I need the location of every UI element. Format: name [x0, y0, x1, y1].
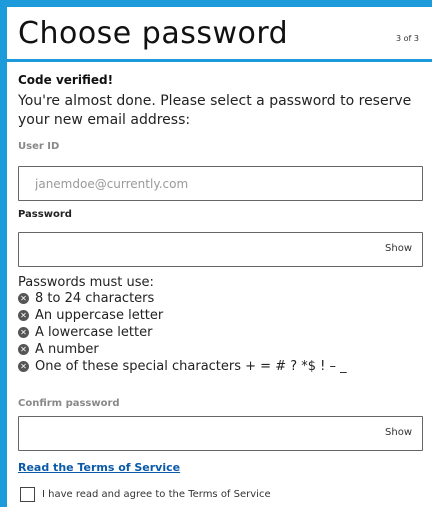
verification-status: Code verified! — [18, 73, 114, 87]
x-circle-icon: ✕ — [18, 326, 29, 338]
confirm-password-input[interactable] — [19, 417, 359, 450]
rule-item: ✕ An uppercase letter — [18, 307, 163, 323]
rule-item: ✕ A number — [18, 341, 99, 357]
agree-terms-label: I have read and agree to the Terms of Se… — [42, 489, 271, 500]
rule-item: ✕ A lowercase letter — [18, 324, 152, 340]
password-field[interactable]: Show — [18, 232, 423, 267]
confirm-password-label: Confirm password — [18, 398, 120, 409]
x-circle-icon: ✕ — [18, 309, 29, 321]
rule-item: ✕ 8 to 24 characters — [18, 290, 154, 306]
x-circle-icon: ✕ — [18, 292, 29, 304]
terms-of-service-link[interactable]: Read the Terms of Service — [18, 461, 180, 474]
password-rules-title: Passwords must use: — [18, 275, 154, 290]
intro-text: You're almost done. Please select a pass… — [18, 93, 412, 128]
rule-text: A number — [35, 341, 99, 357]
rule-text: One of these special characters + = # ? … — [35, 358, 347, 374]
confirm-password-field[interactable]: Show — [18, 416, 423, 451]
x-circle-icon: ✕ — [18, 360, 29, 372]
rule-text: 8 to 24 characters — [35, 290, 155, 306]
password-label: Password — [18, 209, 72, 220]
rule-text: An uppercase letter — [35, 307, 164, 323]
x-circle-icon: ✕ — [18, 343, 29, 355]
rule-item: ✕ One of these special characters + = # … — [18, 358, 347, 374]
signup-card: Choose password 3 of 3 Code verified! Yo… — [7, 7, 432, 507]
step-indicator: 3 of 3 — [396, 34, 419, 43]
rule-text: A lowercase letter — [35, 324, 153, 340]
user-id-label: User ID — [18, 141, 60, 152]
user-id-input[interactable] — [19, 167, 359, 200]
show-confirm-password-button[interactable]: Show — [385, 427, 412, 438]
user-id-field[interactable] — [18, 166, 423, 201]
password-input[interactable] — [19, 233, 359, 266]
show-password-button[interactable]: Show — [385, 243, 412, 254]
page-title: Choose password — [18, 16, 289, 51]
card-header: Choose password 3 of 3 — [7, 7, 432, 62]
